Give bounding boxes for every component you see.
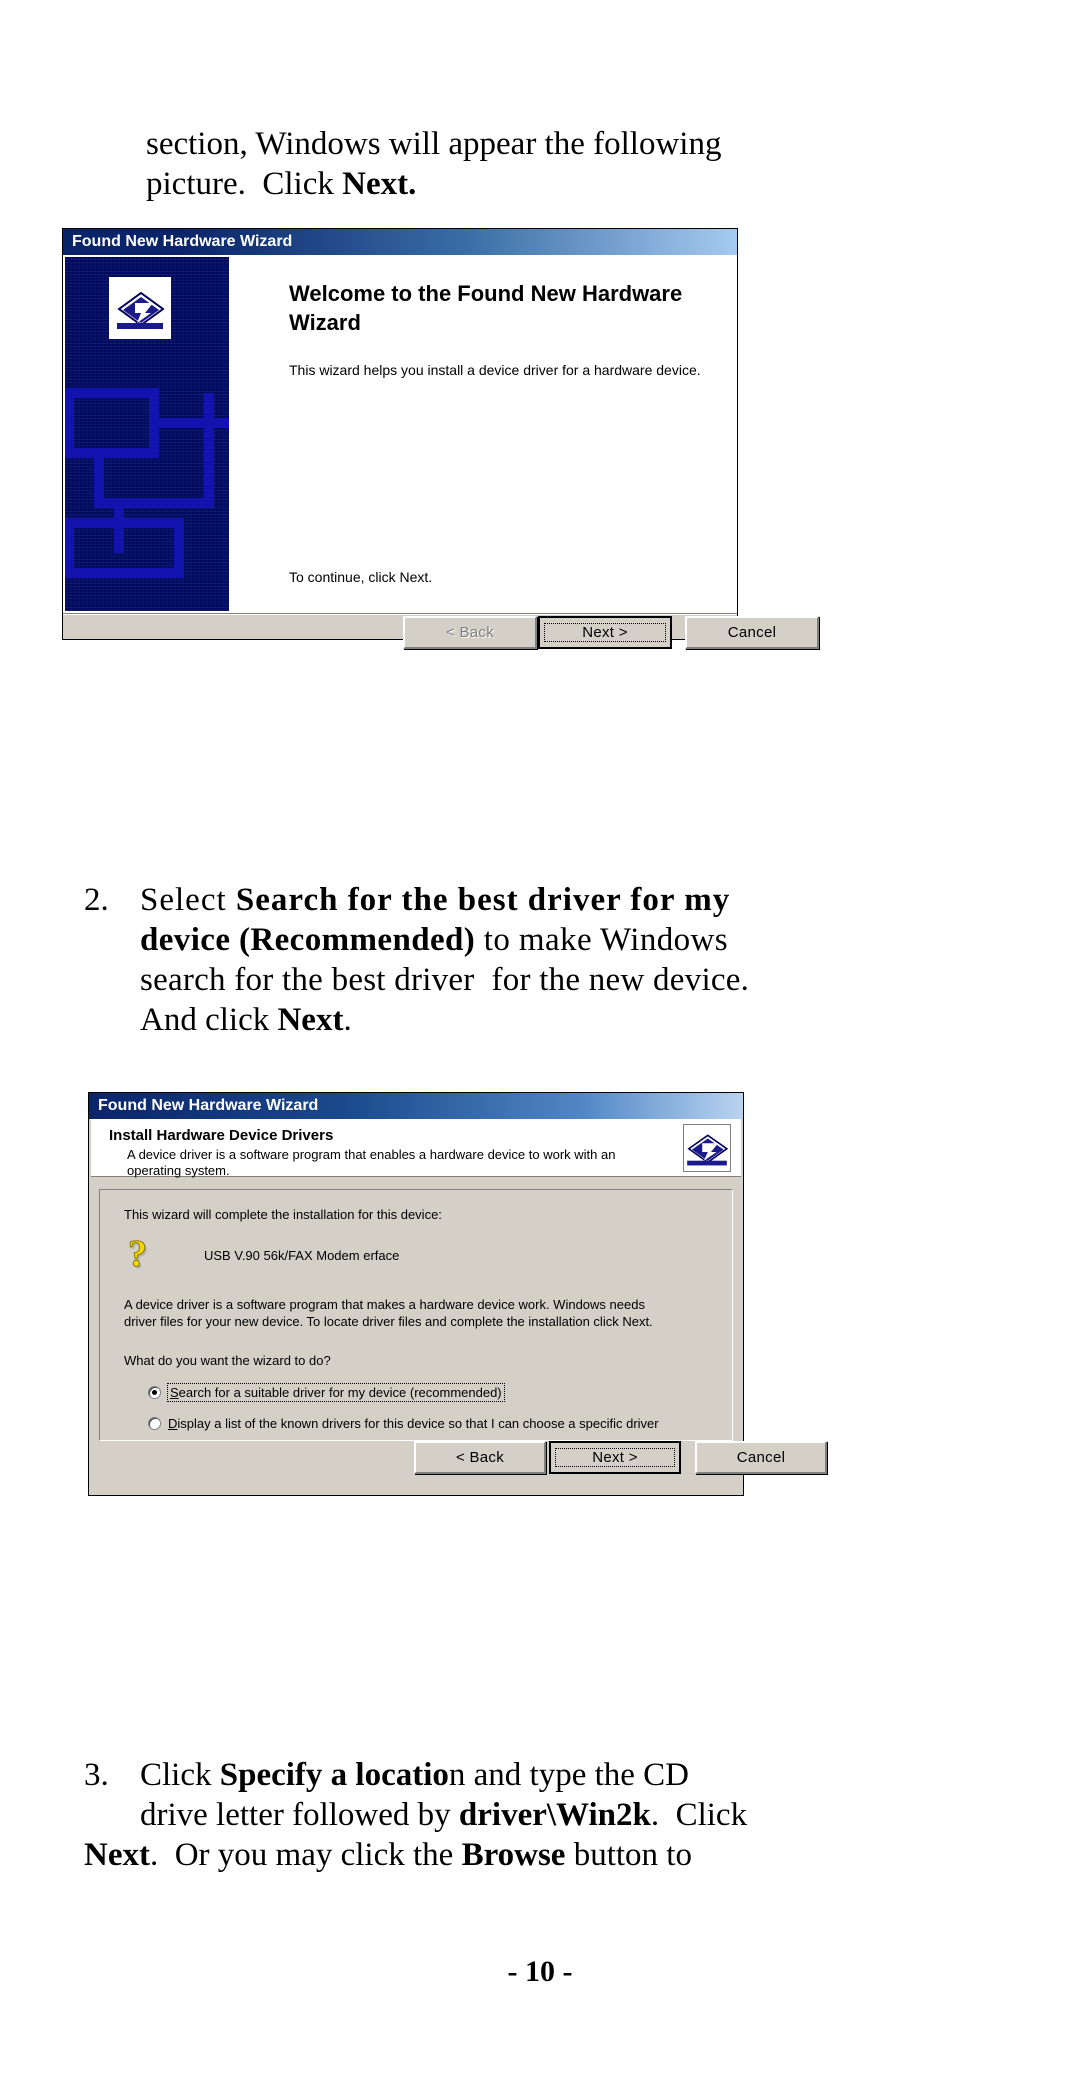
intro-line-1: section, Windows will appear the followi… xyxy=(146,126,722,162)
dialog1-description: This wizard helps you install a device d… xyxy=(289,362,701,378)
step3-line1-b: n and type the CD xyxy=(448,1757,690,1793)
dialog2-title-text: Found New Hardware Wizard xyxy=(98,1097,319,1114)
dialog1-banner xyxy=(65,257,229,611)
dialog2-description: A device driver is a software program th… xyxy=(124,1296,720,1330)
dialog1-next-label: Next > xyxy=(582,624,628,641)
step3-line1-a: Click xyxy=(140,1757,220,1793)
radio-search-suitable-driver-indicator[interactable] xyxy=(148,1386,161,1399)
unknown-device-question-icon: ? ? xyxy=(128,1235,150,1275)
step3-line3-bold2: Browse xyxy=(461,1837,566,1873)
step3-body: Click Specify a location and type the CD… xyxy=(84,1755,1004,1875)
step3-line3-bold1: Next xyxy=(84,1837,150,1873)
dialog2-back-label: < Back xyxy=(455,1449,505,1466)
radio1-accel-char: S xyxy=(170,1385,179,1400)
dialog2-description-line1: A device driver is a software program th… xyxy=(124,1297,645,1312)
intro-line-2: picture. Click Next. xyxy=(146,164,946,204)
step2-line4-plain: And click xyxy=(140,1002,278,1038)
dialog1-titlebar[interactable]: Found New Hardware Wizard xyxy=(63,229,737,255)
intro-line-2-bold: Next. xyxy=(342,166,417,202)
step3-line-3: Next. Or you may click the Browse button… xyxy=(84,1835,1004,1875)
dialog2-header-subtitle: A device driver is a software program th… xyxy=(127,1147,616,1178)
page-number: - 10 - xyxy=(507,1955,573,1988)
radio-display-known-drivers-label[interactable]: Display a list of the known drivers for … xyxy=(168,1416,659,1431)
dialog2-header-title: Install Hardware Device Drivers xyxy=(109,1127,334,1144)
step2-line1-bold: Search for the best driver for my xyxy=(235,882,731,918)
step3-line3-b: button to xyxy=(565,1837,692,1873)
dialog2-description-line2: driver files for your new device. To loc… xyxy=(124,1314,653,1329)
step3-number: 3. xyxy=(84,1757,109,1793)
step3-line3-a: . Or you may click the xyxy=(149,1837,462,1873)
step2-line2-plain: to make Windows xyxy=(475,922,729,958)
dialog2-content-area: This wizard will complete the installati… xyxy=(99,1189,733,1441)
step2-line2-bold: device (Recommended) xyxy=(140,922,476,958)
step3-line-2: drive letter followed by driver\Win2k. C… xyxy=(140,1795,1004,1835)
intro-paragraph: section, Windows will appear the followi… xyxy=(146,124,946,204)
radio-search-suitable-driver-label[interactable]: Search for a suitable driver for my devi… xyxy=(167,1383,505,1402)
step2-line-4: And click Next. xyxy=(140,1000,1004,1040)
step2-paragraph: 2. Select Search for the best driver for… xyxy=(84,880,1004,1040)
dialog2-cancel-label: Cancel xyxy=(736,1449,786,1466)
step2-number: 2. xyxy=(84,882,109,918)
dialog1-title-text: Found New Hardware Wizard xyxy=(72,233,293,250)
step3-line2-a: drive letter followed by xyxy=(140,1797,459,1833)
step2-line-1: Select Search for the best driver for my xyxy=(140,880,1004,920)
radio-display-known-drivers-indicator[interactable] xyxy=(148,1417,161,1430)
banner-artwork xyxy=(65,388,229,578)
dialog1-continue-text: To continue, click Next. xyxy=(289,569,433,585)
dialog1-footer-separator xyxy=(63,613,737,615)
dialog1-next-button[interactable]: Next > xyxy=(538,616,672,649)
step2-line4-tail: . xyxy=(343,1002,352,1038)
step2-line1-plain: Select xyxy=(140,882,236,918)
hardware-wizard-icon xyxy=(683,1124,731,1172)
step3-paragraph: 3. Click Specify a location and type the… xyxy=(84,1755,1004,1875)
step3-line-1: Click Specify a location and type the CD xyxy=(140,1755,1004,1795)
step2-line4-bold: Next xyxy=(277,1002,344,1038)
dialog1-heading: Welcome to the Found New Hardware Wizard xyxy=(289,281,683,335)
dialog2-cancel-button[interactable]: Cancel xyxy=(695,1441,827,1474)
intro-line-2-plain: picture. Click xyxy=(146,166,343,202)
install-hardware-device-drivers-dialog[interactable]: Found New Hardware Wizard Install Hardwa… xyxy=(88,1092,827,1496)
dialog2-question: What do you want the wizard to do? xyxy=(124,1353,331,1368)
radio-search-suitable-driver[interactable]: Search for a suitable driver for my devi… xyxy=(148,1383,505,1402)
dialog2-device-name: USB V.90 56k/FAX Modem erface xyxy=(204,1248,400,1263)
step2-body: Select Search for the best driver for my… xyxy=(140,880,1004,1040)
dialog1-cancel-label: Cancel xyxy=(727,624,777,641)
dialog2-titlebar[interactable]: Found New Hardware Wizard xyxy=(89,1093,743,1119)
dialog1-body: Welcome to the Found New Hardware Wizard… xyxy=(63,255,737,613)
dialog1-content-panel: Welcome to the Found New Hardware Wizard… xyxy=(229,257,735,611)
svg-text:?: ? xyxy=(128,1235,147,1275)
dialog2-back-button[interactable]: < Back xyxy=(414,1441,546,1474)
dialog1-back-label: < Back xyxy=(445,624,495,641)
dialog2-next-label: Next > xyxy=(592,1449,638,1466)
dialog2-intro-text: This wizard will complete the installati… xyxy=(124,1207,442,1222)
dialog1-cancel-button[interactable]: Cancel xyxy=(685,616,819,649)
radio1-label-text: earch for a suitable driver for my devic… xyxy=(178,1385,502,1400)
step3-line2-b: . Click xyxy=(650,1797,748,1833)
dialog2-header: Install Hardware Device Drivers A device… xyxy=(91,1119,741,1178)
step2-line-3: search for the best driver for the new d… xyxy=(140,962,750,998)
radio2-accel-char: D xyxy=(168,1416,178,1431)
found-new-hardware-wizard-welcome-dialog[interactable]: Found New Hardware Wizard Welcome to the… xyxy=(62,228,819,649)
hardware-wizard-icon xyxy=(109,277,171,339)
radio-display-known-drivers[interactable]: Display a list of the known drivers for … xyxy=(148,1416,659,1431)
dialog2-next-button[interactable]: Next > xyxy=(549,1441,681,1474)
dialog1-back-button[interactable]: < Back xyxy=(403,616,537,649)
radio2-label-text: isplay a list of the known drivers for t… xyxy=(177,1416,659,1431)
step3-line2-bold: driver\Win2k xyxy=(458,1797,651,1833)
step3-line1-bold: Specify a locatio xyxy=(219,1757,449,1793)
step2-line-2: device (Recommended) to make Windows xyxy=(140,920,1004,960)
